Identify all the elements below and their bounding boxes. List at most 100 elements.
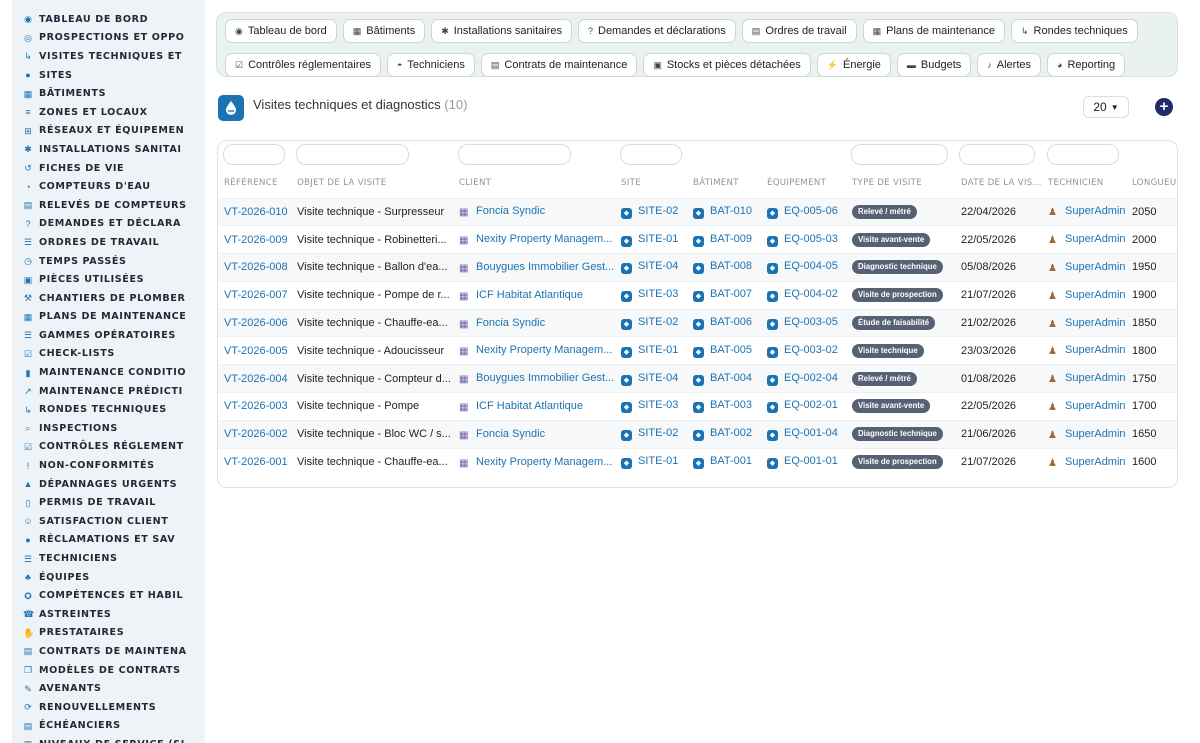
table-row[interactable]: VT-2026-002 Visite technique - Bloc WC / … [218, 419, 1177, 449]
sidebar-item[interactable]: ▦ PLANS DE MAINTENANCE [12, 308, 205, 327]
table-row[interactable]: VT-2026-007 Visite technique - Pompe de r… [218, 280, 1177, 310]
column-header[interactable]: BÂTIMENT [687, 169, 761, 198]
site-link[interactable]: SITE-04 [638, 260, 678, 272]
sidebar-item[interactable]: ◔ COMPTEURS D'EAU [12, 177, 205, 196]
sidebar-item[interactable]: ▦ BÂTIMENTS [12, 84, 205, 103]
nav-pill[interactable]: ◕ Reporting [1047, 53, 1126, 77]
batiment-link[interactable]: BAT-004 [710, 372, 752, 384]
client-link[interactable]: ICF Habitat Atlantique [476, 289, 583, 301]
client-link[interactable]: ICF Habitat Atlantique [476, 400, 583, 412]
table-row[interactable]: VT-2026-004 Visite technique - Compteur d… [218, 364, 1177, 393]
sidebar-item[interactable]: ↳ VISITES TECHNIQUES ET [12, 47, 205, 66]
nav-pill[interactable]: ✱ Installations sanitaires [431, 19, 572, 43]
reference-link[interactable]: VT-2026-009 [224, 234, 288, 246]
filter-client[interactable] [458, 144, 571, 165]
equipement-link[interactable]: EQ-001-04 [784, 427, 838, 439]
per-page-select[interactable]: 20 ▼ [1083, 96, 1129, 118]
sidebar-item[interactable]: ☎ ASTREINTES [12, 605, 205, 624]
sidebar-item[interactable]: ⚒ CHANTIERS DE PLOMBER [12, 289, 205, 308]
sidebar-item[interactable]: ? DEMANDES ET DÉCLARA [12, 215, 205, 234]
filter-technicien[interactable] [1047, 144, 1119, 165]
technicien-link[interactable]: SuperAdmin [1065, 372, 1126, 384]
column-header[interactable]: CLIENT [453, 169, 615, 198]
sidebar-item[interactable]: ⊞ RÉSEAUX ET ÉQUIPEMEN [12, 122, 205, 141]
technicien-link[interactable]: SuperAdmin [1065, 205, 1126, 217]
batiment-link[interactable]: BAT-010 [710, 205, 752, 217]
site-link[interactable]: SITE-04 [638, 372, 678, 384]
batiment-link[interactable]: BAT-007 [710, 288, 752, 300]
sidebar-item[interactable]: ☰ GAMMES OPÉRATOIRES [12, 326, 205, 345]
site-link[interactable]: SITE-02 [638, 316, 678, 328]
sidebar-item[interactable]: ⌕ INSPECTIONS [12, 419, 205, 438]
sidebar-item[interactable]: ☑ CHECK-LISTS [12, 345, 205, 364]
nav-pill[interactable]: ♪ Alertes [977, 53, 1042, 77]
sidebar-item[interactable]: ✱ INSTALLATIONS SANITAI [12, 140, 205, 159]
nav-pill[interactable]: ▤ Contrats de maintenance [480, 53, 638, 77]
table-row[interactable]: VT-2026-005 Visite technique - Adoucisseu… [218, 336, 1177, 365]
reference-link[interactable]: VT-2026-004 [224, 373, 288, 385]
column-header[interactable]: OBJET DE LA VISITE [291, 169, 453, 198]
equipement-link[interactable]: EQ-002-04 [784, 372, 838, 384]
reference-link[interactable]: VT-2026-002 [224, 428, 288, 440]
client-link[interactable]: Foncia Syndic [476, 205, 545, 217]
column-header[interactable]: ÉQUIPEMENT [761, 169, 846, 198]
site-link[interactable]: SITE-02 [638, 427, 678, 439]
sidebar-item[interactable]: ▮ MAINTENANCE CONDITIO [12, 363, 205, 382]
nav-pill[interactable]: ? Demandes et déclarations [577, 19, 736, 43]
batiment-link[interactable]: BAT-009 [710, 233, 752, 245]
batiment-link[interactable]: BAT-006 [710, 316, 752, 328]
equipement-link[interactable]: EQ-004-02 [784, 288, 838, 300]
add-record-button[interactable]: + [1155, 98, 1173, 116]
equipement-link[interactable]: EQ-004-05 [784, 260, 838, 272]
sidebar-item[interactable]: ☰ TECHNICIENS [12, 549, 205, 568]
site-link[interactable]: SITE-03 [638, 399, 678, 411]
nav-pill[interactable]: ↳ Rondes techniques [1011, 19, 1138, 43]
reference-link[interactable]: VT-2026-001 [224, 456, 288, 468]
column-header[interactable]: LONGUEUR [1126, 169, 1177, 198]
table-row[interactable]: VT-2026-009 Visite technique - Robinetter… [218, 225, 1177, 254]
filter-site[interactable] [620, 144, 682, 165]
column-header[interactable]: TECHNICIEN [1042, 169, 1126, 198]
technicien-link[interactable]: SuperAdmin [1065, 261, 1126, 273]
table-row[interactable]: VT-2026-003 Visite technique - Pompe ▦ ICF … [218, 392, 1177, 421]
technicien-link[interactable]: SuperAdmin [1065, 428, 1126, 440]
equipement-link[interactable]: EQ-005-03 [784, 233, 838, 245]
reference-link[interactable]: VT-2026-010 [224, 206, 288, 218]
technicien-link[interactable]: SuperAdmin [1065, 456, 1126, 468]
sidebar-item[interactable]: ▣ PIÈCES UTILISÉES [12, 270, 205, 289]
client-link[interactable]: Bouygues Immobilier Gest... [476, 261, 614, 273]
client-link[interactable]: Nexity Property Managem... [476, 456, 612, 468]
nav-pill[interactable]: ▬ Budgets [896, 53, 972, 77]
filter-objet[interactable] [296, 144, 409, 165]
technicien-link[interactable]: SuperAdmin [1065, 317, 1126, 329]
site-link[interactable]: SITE-02 [638, 205, 678, 217]
reference-link[interactable]: VT-2026-005 [224, 345, 288, 357]
site-link[interactable]: SITE-01 [638, 233, 678, 245]
client-link[interactable]: Nexity Property Managem... [476, 344, 612, 356]
batiment-link[interactable]: BAT-003 [710, 399, 752, 411]
reference-link[interactable]: VT-2026-007 [224, 289, 288, 301]
batiment-link[interactable]: BAT-001 [710, 455, 752, 467]
reference-link[interactable]: VT-2026-008 [224, 261, 288, 273]
site-link[interactable]: SITE-01 [638, 344, 678, 356]
sidebar-item[interactable]: ☰ ORDRES DE TRAVAIL [12, 233, 205, 252]
equipement-link[interactable]: EQ-002-01 [784, 399, 838, 411]
site-link[interactable]: SITE-01 [638, 455, 678, 467]
sidebar-item[interactable]: ↳ RONDES TECHNIQUES [12, 400, 205, 419]
nav-pill[interactable]: ◓ Techniciens [386, 53, 475, 77]
sidebar-item[interactable]: ✋ PRESTATAIRES [12, 624, 205, 643]
sidebar-item[interactable]: ▲ DÉPANNAGES URGENTS [12, 475, 205, 494]
nav-pill[interactable]: ▦ Bâtiments [342, 19, 426, 43]
client-link[interactable]: Foncia Syndic [476, 317, 545, 329]
table-row[interactable]: VT-2026-010 Visite technique - Surpresseu… [218, 197, 1177, 226]
technicien-link[interactable]: SuperAdmin [1065, 400, 1126, 412]
sidebar-item[interactable]: ▤ ÉCHÉANCIERS [12, 717, 205, 736]
client-link[interactable]: Bouygues Immobilier Gest... [476, 372, 614, 384]
technicien-link[interactable]: SuperAdmin [1065, 233, 1126, 245]
nav-pill[interactable]: ▤ Ordres de travail [741, 19, 857, 43]
batiment-link[interactable]: BAT-005 [710, 344, 752, 356]
equipement-link[interactable]: EQ-003-02 [784, 344, 838, 356]
sidebar-item[interactable]: ◎ PROSPECTIONS ET OPPO [12, 29, 205, 48]
sidebar-item[interactable]: ↗ MAINTENANCE PRÉDICTI [12, 382, 205, 401]
nav-pill[interactable]: ◉ Tableau de bord [225, 19, 337, 43]
